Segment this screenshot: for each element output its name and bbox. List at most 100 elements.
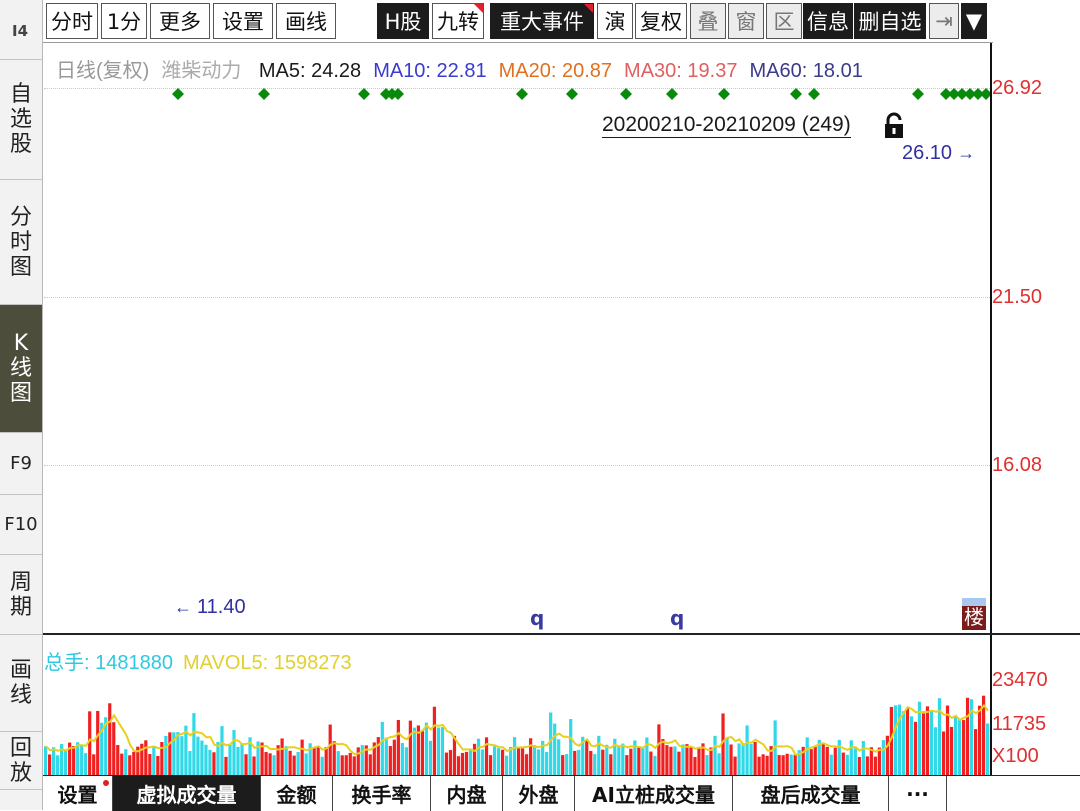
sidebar-tab-f9[interactable]: F9 bbox=[0, 433, 42, 495]
volume-bar bbox=[593, 754, 597, 775]
volume-bar bbox=[332, 741, 336, 775]
bottom-tab-inner[interactable]: 内盘 bbox=[431, 776, 503, 811]
volume-bar bbox=[973, 729, 978, 775]
volume-bar bbox=[709, 747, 713, 775]
volume-bar bbox=[865, 756, 869, 775]
q-marker[interactable]: q bbox=[670, 606, 684, 630]
sidebar-tab-f10[interactable]: F10 bbox=[0, 495, 42, 555]
signal-dot[interactable] bbox=[566, 88, 578, 100]
sidebar-tab-intraday[interactable]: 分时图 bbox=[0, 180, 42, 305]
date-range-label[interactable]: 20200210-20210209 (249) bbox=[602, 113, 851, 138]
ma-legend: 日线(复权) 潍柴动力 MA5: 24.28 MA10: 22.81 MA20: 20… bbox=[56, 54, 887, 83]
toolbar-dropdown-button[interactable]: ▼ bbox=[961, 3, 987, 39]
sidebar-tab-draw[interactable]: 画线 bbox=[0, 635, 42, 732]
toolbar-1min-button[interactable]: 1分 bbox=[101, 3, 147, 39]
toolbar-button-label: 分时 bbox=[51, 10, 93, 34]
grid-line-low bbox=[44, 465, 990, 466]
toolbar-settings-button[interactable]: 设置 bbox=[213, 3, 273, 39]
toolbar-button-label: 叠 bbox=[697, 10, 719, 34]
signal-dot[interactable] bbox=[790, 88, 802, 100]
signal-dot[interactable] bbox=[620, 88, 632, 100]
volume-bar bbox=[653, 755, 657, 775]
volume-bar bbox=[621, 743, 625, 775]
toolbar-major-events-button[interactable]: 重大事件 bbox=[490, 3, 594, 39]
volume-bar bbox=[468, 750, 473, 775]
latest-price-marker: 26.10 → bbox=[902, 142, 975, 165]
toolbar-hshare-button[interactable]: H股 bbox=[377, 3, 429, 39]
toolbar-demo-button[interactable]: 演 bbox=[597, 3, 633, 39]
bottom-tab-after-hours[interactable]: 盘后成交量 bbox=[733, 776, 889, 811]
signal-dot[interactable] bbox=[358, 88, 370, 100]
price-axis-label-mid: 21.50 bbox=[992, 286, 1043, 308]
volume-bar bbox=[937, 698, 942, 775]
toolbar-remove-watch-button[interactable]: 删自选 bbox=[854, 3, 926, 39]
signal-dot[interactable] bbox=[666, 88, 678, 100]
ma-value-label: MA60: 18.01 bbox=[749, 60, 863, 82]
left-sidebar: I4 自选股 分时图 K线图 F9 F10 周期 画线 回放 bbox=[0, 0, 43, 810]
signal-dot[interactable] bbox=[808, 88, 820, 100]
volume-bar bbox=[412, 727, 416, 775]
toolbar-button-label: 复权 bbox=[640, 10, 682, 34]
toolbar-more-button[interactable]: 更多 bbox=[150, 3, 210, 39]
volume-bar bbox=[965, 697, 970, 775]
bottom-tab-label: 设置 bbox=[57, 783, 98, 807]
volume-bar bbox=[861, 741, 865, 775]
signal-dot[interactable] bbox=[516, 88, 528, 100]
sidebar-tab-period[interactable]: 周期 bbox=[0, 555, 42, 635]
bottom-tab-virtual-volume[interactable]: 虚拟成交量 bbox=[113, 776, 261, 811]
bottom-tab-amount[interactable]: 金额 bbox=[261, 776, 333, 811]
bottom-tab-outer[interactable]: 外盘 bbox=[503, 776, 575, 811]
bottom-tab-ai-volume[interactable]: AI立桩成交量 bbox=[575, 776, 733, 811]
signal-dot[interactable] bbox=[258, 88, 270, 100]
lock-icon[interactable] bbox=[882, 112, 906, 140]
signal-dot[interactable] bbox=[172, 88, 184, 100]
volume-bar bbox=[809, 749, 813, 775]
sidebar-tab-replay[interactable]: 回放 bbox=[0, 732, 42, 790]
volume-bar bbox=[220, 726, 224, 775]
volume-bar bbox=[48, 754, 52, 775]
q-marker[interactable]: q bbox=[530, 606, 544, 630]
bottom-tab-turnover[interactable]: 换手率 bbox=[333, 776, 431, 811]
volume-bar bbox=[400, 743, 404, 775]
volume-bar bbox=[857, 757, 861, 775]
toolbar-adjust-button[interactable]: 复权 bbox=[635, 3, 687, 39]
toolbar-range-button[interactable]: 区 bbox=[766, 3, 802, 39]
volume-bar bbox=[789, 754, 793, 775]
toolbar-button-label: 九转 bbox=[437, 10, 479, 34]
volume-bar bbox=[476, 738, 481, 775]
volume-bar bbox=[204, 744, 208, 775]
volume-bar bbox=[324, 747, 328, 775]
bottom-tab-settings[interactable]: 设置 bbox=[43, 776, 113, 811]
volume-panel-separator bbox=[43, 633, 1080, 635]
sidebar-tab-label: F9 bbox=[10, 453, 32, 474]
toolbar-info-button[interactable]: 信息 bbox=[803, 3, 853, 39]
sidebar-tab-kline[interactable]: K线图 bbox=[0, 305, 42, 433]
toolbar-ninetrans-button[interactable]: 九转 bbox=[432, 3, 484, 39]
bottom-tab-more[interactable]: ··· bbox=[889, 776, 947, 811]
volume-bar bbox=[108, 703, 112, 775]
volume-bar bbox=[569, 719, 573, 775]
grid-line-mid bbox=[44, 297, 990, 298]
toolbar-window-button[interactable]: 窗 bbox=[728, 3, 764, 39]
volume-bar bbox=[661, 739, 665, 775]
volume-bar bbox=[300, 739, 304, 775]
volume-bar bbox=[164, 735, 168, 775]
toolbar-draw-button[interactable]: 画线 bbox=[276, 3, 336, 39]
toolbar-intraday-button[interactable]: 分时 bbox=[46, 3, 98, 39]
lou-badge[interactable]: 楼 bbox=[962, 598, 986, 630]
volume-bar bbox=[296, 751, 300, 775]
toolbar-collapse-button[interactable]: ⇥ bbox=[929, 3, 959, 39]
toolbar-overlay-button[interactable]: 叠 bbox=[690, 3, 726, 39]
price-axis-label-low: 16.08 bbox=[992, 454, 1043, 476]
volume-bar bbox=[272, 755, 276, 775]
signal-dot[interactable] bbox=[718, 88, 730, 100]
toolbar-button-label: 删自选 bbox=[858, 10, 922, 34]
signal-dot[interactable] bbox=[912, 88, 924, 100]
volume-bar bbox=[380, 721, 384, 775]
volume-bar bbox=[44, 746, 48, 775]
volume-bar bbox=[881, 740, 885, 775]
toolbar-button-label: 窗 bbox=[735, 10, 757, 34]
ma-value-label: MA30: 19.37 bbox=[624, 60, 738, 82]
volume-bar bbox=[460, 752, 465, 775]
sidebar-tab-watchlist[interactable]: 自选股 bbox=[0, 60, 42, 180]
